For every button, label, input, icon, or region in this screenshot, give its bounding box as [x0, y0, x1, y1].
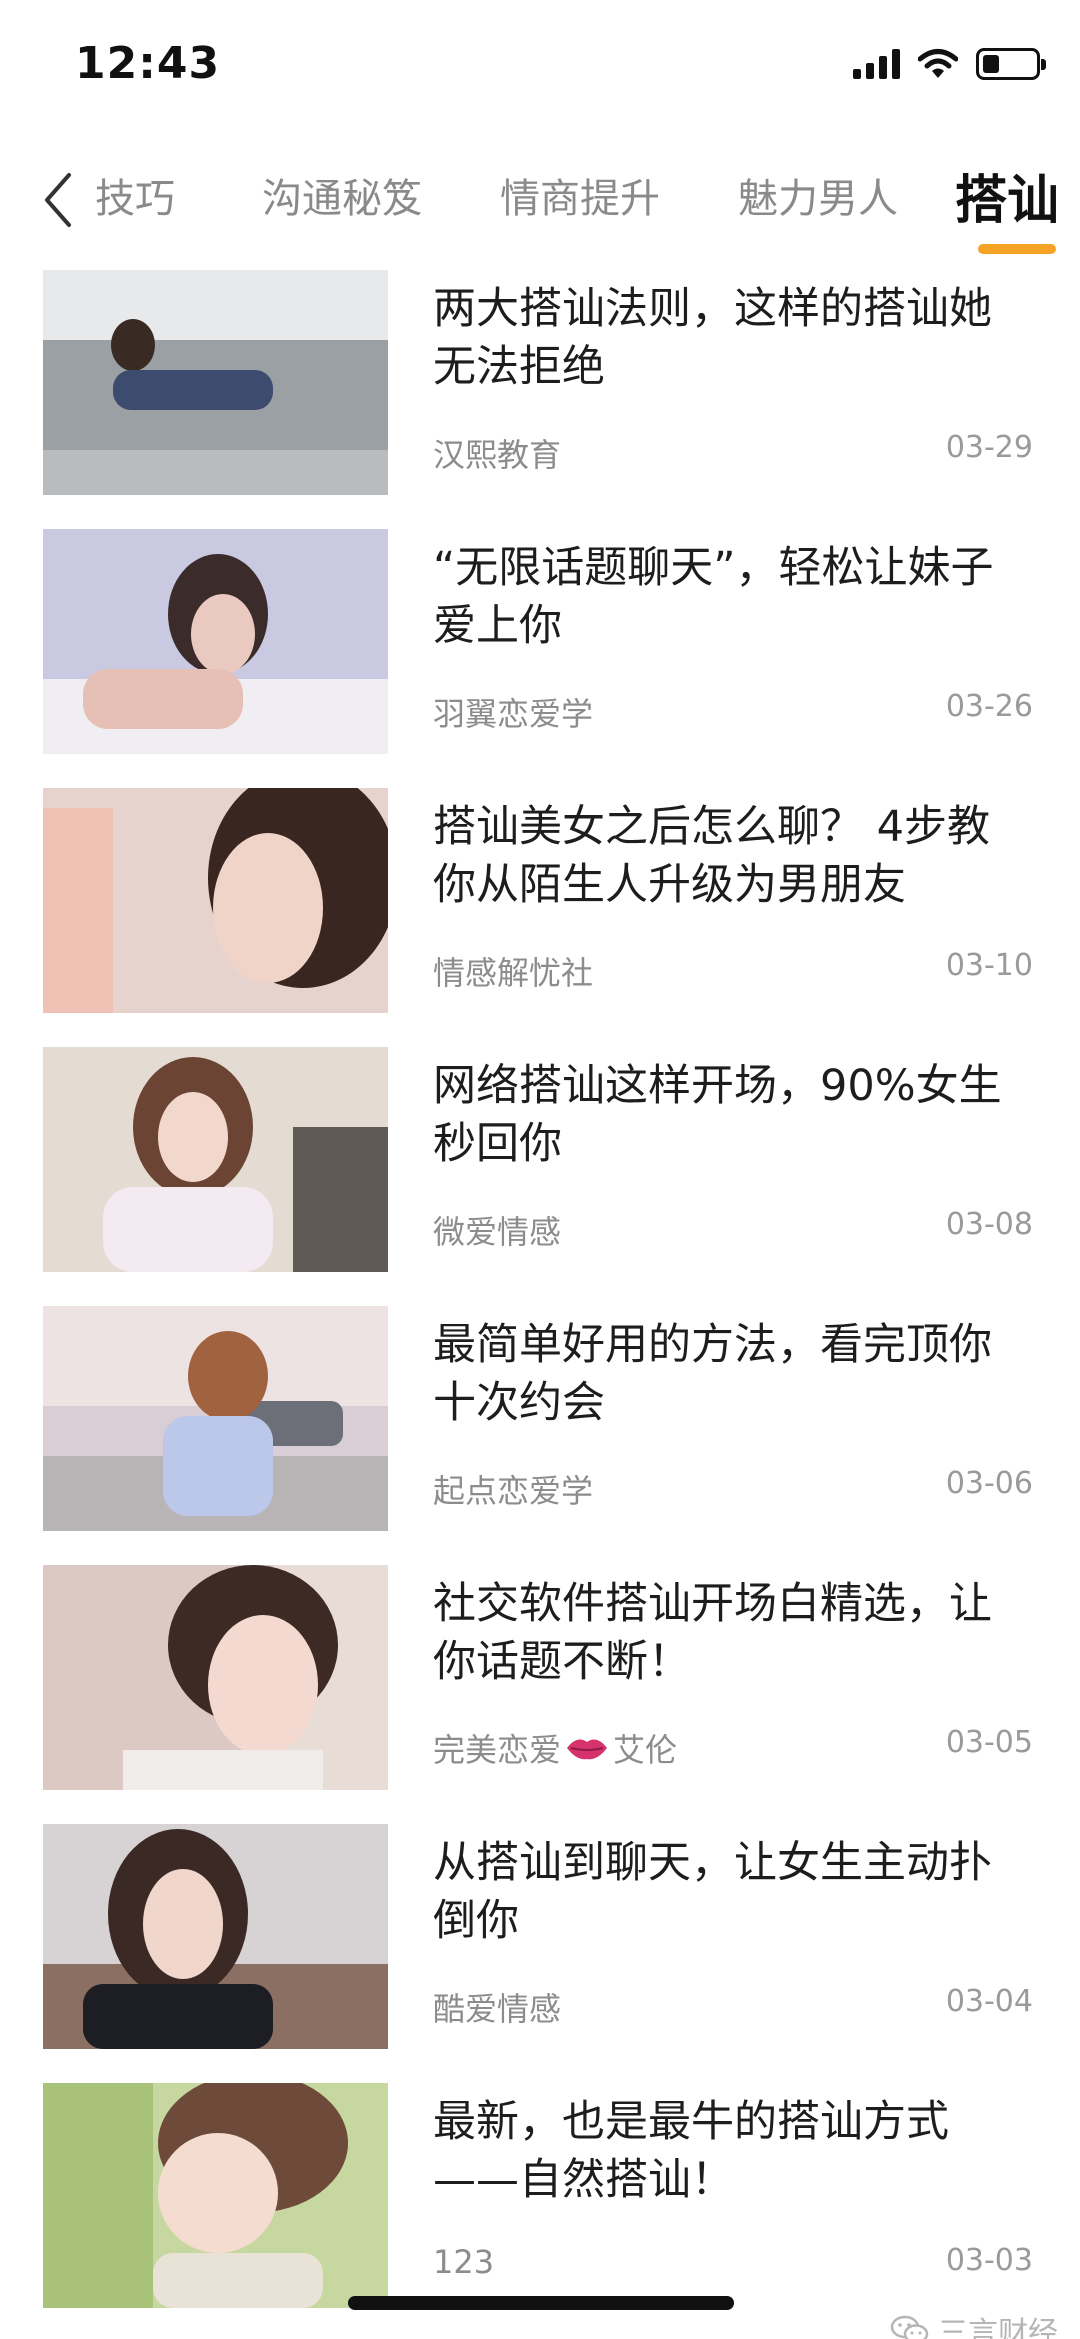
list-item[interactable]: 最简单好用的方法，看完顶你十次约会 起点恋爱学 03-06 [0, 1306, 1080, 1538]
article-source: 123 [433, 2243, 495, 2281]
article-title: 搭讪美女之后怎么聊？ 4步教你从陌生人升级为男朋友 [433, 802, 991, 910]
list-item[interactable]: 两大搭讪法则，这样的搭讪她无法拒绝 汉熙教育 03-29 [0, 270, 1080, 502]
status-icons [853, 44, 1046, 84]
tab-pickup[interactable]: 搭讪 [955, 158, 1059, 233]
list-item[interactable]: 搭讪美女之后怎么聊？ 4步教你从陌生人升级为男朋友 情感解忧社 03-10 [0, 788, 1080, 1020]
list-item[interactable]: 从搭讪到聊天，让女生主动扑倒你 酷爱情感 03-04 [0, 1824, 1080, 2056]
article-source: 微爱情感 [433, 1213, 562, 1251]
battery-icon [976, 48, 1046, 80]
article-source: 汉熙教育 [433, 436, 562, 474]
article-thumbnail [43, 1824, 388, 2049]
article-date: 03-04 [945, 1984, 1033, 2019]
article-thumbnail [43, 270, 388, 495]
article-source-suffix: 艾伦 [613, 1731, 678, 1769]
lips-emoji-icon [567, 1739, 608, 1760]
list-item[interactable]: “无限话题聊天”，轻松让妹子爱上你 羽翼恋爱学 03-26 [0, 529, 1080, 761]
article-title: 社交软件搭讪开场白精选，让你话题不断！ [433, 1579, 992, 1687]
list-item[interactable]: 网络搭讪这样开场，90%女生秒回你 微爱情感 03-08 [0, 1047, 1080, 1279]
article-source-name: 完美恋爱 [433, 1731, 562, 1769]
article-source: 完美恋爱 艾伦 [433, 1725, 677, 1771]
article-thumbnail [43, 788, 388, 1013]
article-title: 网络搭讪这样开场，90%女生秒回你 [433, 1061, 1002, 1169]
article-source: 起点恋爱学 [433, 1472, 594, 1510]
article-source: 情感解忧社 [433, 954, 594, 992]
wechat-icon [890, 2315, 929, 2339]
tab-charm[interactable]: 魅力男人 [738, 166, 898, 224]
list-item[interactable]: 最新，也是最牛的搭讪方式——自然搭讪！ 123 03-03 [0, 2083, 1080, 2315]
article-title: 最新，也是最牛的搭讪方式——自然搭讪！ [433, 2097, 949, 2205]
article-source: 酷爱情感 [433, 1990, 562, 2028]
article-title: 最简单好用的方法，看完顶你十次约会 [433, 1320, 992, 1428]
article-date: 03-03 [945, 2243, 1033, 2278]
article-thumbnail [43, 1565, 388, 1790]
tab-eq[interactable]: 情商提升 [500, 166, 660, 224]
article-source: 羽翼恋爱学 [433, 695, 594, 733]
cellular-signal-icon [853, 49, 900, 79]
article-thumbnail [43, 1306, 388, 1531]
article-title: “无限话题聊天”，轻松让妹子爱上你 [433, 543, 994, 651]
article-thumbnail [43, 2083, 388, 2308]
battery-level [983, 55, 999, 73]
active-tab-indicator [978, 244, 1056, 254]
watermark: 三言财经 [890, 2308, 1058, 2339]
status-bar: 12:43 [0, 0, 1080, 130]
back-button[interactable] [28, 160, 88, 240]
wifi-icon [918, 49, 958, 78]
article-date: 03-06 [945, 1466, 1033, 1501]
status-time: 12:43 [75, 38, 221, 89]
article-date: 03-08 [945, 1207, 1033, 1242]
category-tab-bar: 技巧 沟通秘笈 情商提升 魅力男人 搭讪 [0, 140, 1080, 260]
tab-skills[interactable]: 技巧 [95, 166, 175, 224]
chevron-left-icon [45, 173, 71, 227]
home-indicator[interactable] [348, 2296, 734, 2310]
article-date: 03-05 [945, 1725, 1033, 1760]
article-date: 03-10 [945, 948, 1033, 983]
article-thumbnail [43, 1047, 388, 1272]
article-title: 从搭讪到聊天，让女生主动扑倒你 [433, 1838, 992, 1946]
article-thumbnail [43, 529, 388, 754]
article-title: 两大搭讪法则，这样的搭讪她无法拒绝 [433, 284, 992, 392]
article-date: 03-29 [945, 430, 1033, 465]
list-item[interactable]: 社交软件搭讪开场白精选，让你话题不断！ 完美恋爱 艾伦 03-05 [0, 1565, 1080, 1797]
tab-communication[interactable]: 沟通秘笈 [262, 166, 422, 224]
watermark-text: 三言财经 [938, 2316, 1058, 2339]
article-date: 03-26 [945, 689, 1033, 724]
